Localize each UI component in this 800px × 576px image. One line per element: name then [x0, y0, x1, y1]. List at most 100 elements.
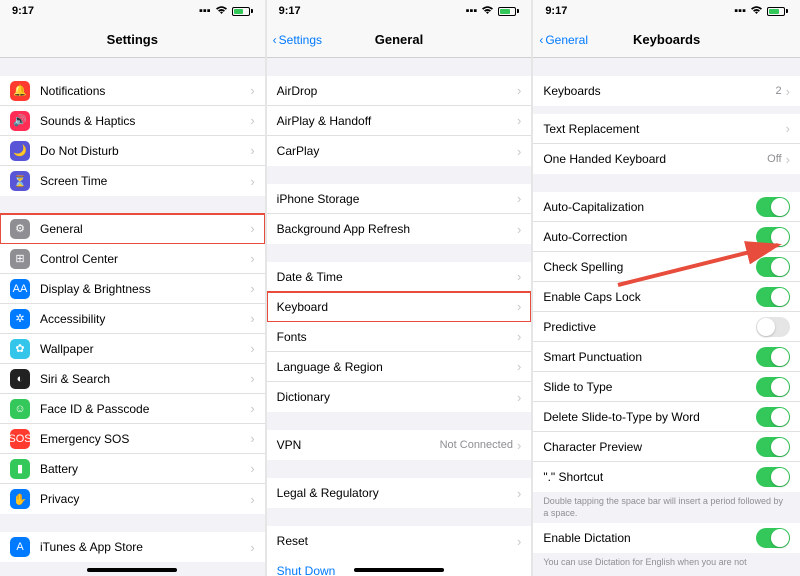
- row-icon: ⏳: [10, 171, 30, 191]
- toggle-switch[interactable]: [756, 347, 790, 367]
- row-label: Slide to Type: [543, 380, 756, 394]
- chevron-right-icon: ›: [517, 83, 521, 98]
- settings-row[interactable]: Fonts›: [267, 322, 532, 352]
- row-icon: ☺: [10, 399, 30, 419]
- chevron-right-icon: ›: [786, 84, 790, 99]
- row-label: "." Shortcut: [543, 470, 756, 484]
- toggle-switch[interactable]: [756, 317, 790, 337]
- settings-row[interactable]: ⏳Screen Time›: [0, 166, 265, 196]
- keyboards-panel: 9:17 ▪▪▪ ‹ General Keyboards Keyboards2›…: [533, 0, 800, 576]
- settings-row[interactable]: Delete Slide-to-Type by Word: [533, 402, 800, 432]
- row-label: Text Replacement: [543, 122, 785, 136]
- chevron-right-icon: ›: [517, 222, 521, 237]
- nav-title: General: [375, 32, 423, 47]
- toggle-switch[interactable]: [756, 467, 790, 487]
- settings-row[interactable]: ▮Battery›: [0, 454, 265, 484]
- settings-row[interactable]: Reset›: [267, 526, 532, 556]
- nav-bar: Settings: [0, 22, 265, 58]
- settings-row[interactable]: Text Replacement›: [533, 114, 800, 144]
- chevron-left-icon: ‹: [273, 33, 277, 47]
- toggle-switch[interactable]: [756, 437, 790, 457]
- settings-row[interactable]: ⚙︎ General›: [0, 214, 265, 244]
- chevron-right-icon: ›: [786, 121, 790, 136]
- settings-row[interactable]: AiTunes & App Store›: [0, 532, 265, 562]
- row-label: Delete Slide-to-Type by Word: [543, 410, 756, 424]
- row-label: Display & Brightness: [40, 282, 250, 296]
- settings-row[interactable]: CarPlay›: [267, 136, 532, 166]
- row-label: Background App Refresh: [277, 222, 517, 236]
- settings-row[interactable]: ⊞Control Center›: [0, 244, 265, 274]
- row-label: Date & Time: [277, 270, 517, 284]
- settings-row[interactable]: One Handed KeyboardOff›: [533, 144, 800, 174]
- settings-row[interactable]: Keyboards2›: [533, 76, 800, 106]
- footer-hint: You can use Dictation for English when y…: [533, 553, 800, 573]
- toggle-switch[interactable]: [756, 528, 790, 548]
- settings-row[interactable]: Date & Time›: [267, 262, 532, 292]
- settings-row[interactable]: Keyboard›: [267, 292, 532, 322]
- settings-row[interactable]: iPhone Storage›: [267, 184, 532, 214]
- settings-row[interactable]: ✋Privacy›: [0, 484, 265, 514]
- nav-bar: ‹ Settings General: [267, 22, 532, 58]
- row-label: General: [40, 222, 250, 236]
- nav-bar: ‹ General Keyboards: [533, 22, 800, 58]
- settings-row[interactable]: Auto-Capitalization: [533, 192, 800, 222]
- settings-row[interactable]: Legal & Regulatory›: [267, 478, 532, 508]
- settings-row[interactable]: ☺Face ID & Passcode›: [0, 394, 265, 424]
- settings-row[interactable]: Smart Punctuation: [533, 342, 800, 372]
- row-icon: AA: [10, 279, 30, 299]
- settings-row[interactable]: AADisplay & Brightness›: [0, 274, 265, 304]
- toggle-switch[interactable]: [756, 407, 790, 427]
- row-label: Auto-Capitalization: [543, 200, 756, 214]
- settings-row[interactable]: 🔔Notifications›: [0, 76, 265, 106]
- row-label: Character Preview: [543, 440, 756, 454]
- settings-row[interactable]: AirPlay & Handoff›: [267, 106, 532, 136]
- chevron-right-icon: ›: [517, 299, 521, 314]
- chevron-right-icon: ›: [250, 461, 254, 476]
- settings-row[interactable]: 🔊Sounds & Haptics›: [0, 106, 265, 136]
- home-indicator[interactable]: [354, 568, 444, 572]
- settings-row[interactable]: ◐Siri & Search›: [0, 364, 265, 394]
- settings-row[interactable]: SOSEmergency SOS›: [0, 424, 265, 454]
- row-label: VPN: [277, 438, 440, 452]
- settings-row[interactable]: VPNNot Connected›: [267, 430, 532, 460]
- row-icon: ⚙︎: [10, 219, 30, 239]
- nav-back-button[interactable]: ‹ Settings: [273, 33, 322, 47]
- toggle-switch[interactable]: [756, 197, 790, 217]
- row-label: Enable Dictation: [543, 531, 756, 545]
- row-label: Reset: [277, 534, 517, 548]
- toggle-switch[interactable]: [756, 377, 790, 397]
- settings-row[interactable]: Background App Refresh›: [267, 214, 532, 244]
- row-value: 2: [776, 85, 782, 97]
- row-icon: ✲: [10, 309, 30, 329]
- row-label: Privacy: [40, 492, 250, 506]
- row-label: iTunes & App Store: [40, 540, 250, 554]
- row-label: Emergency SOS: [40, 432, 250, 446]
- chevron-right-icon: ›: [250, 221, 254, 236]
- settings-row[interactable]: Dictionary›: [267, 382, 532, 412]
- settings-row[interactable]: AirDrop›: [267, 76, 532, 106]
- status-bar: 9:17 ▪▪▪: [533, 0, 800, 22]
- settings-row[interactable]: Language & Region›: [267, 352, 532, 382]
- wifi-icon: [215, 5, 228, 18]
- settings-row[interactable]: 🌙Do Not Disturb›: [0, 136, 265, 166]
- settings-row[interactable]: Predictive: [533, 312, 800, 342]
- status-time: 9:17: [545, 5, 567, 17]
- row-label: AirPlay & Handoff: [277, 114, 517, 128]
- settings-row[interactable]: ✲Accessibility›: [0, 304, 265, 334]
- home-indicator[interactable]: [87, 568, 177, 572]
- chevron-right-icon: ›: [250, 251, 254, 266]
- row-label: One Handed Keyboard: [543, 152, 767, 166]
- shut-down-row[interactable]: Shut Down: [267, 556, 532, 576]
- settings-row[interactable]: "." Shortcut: [533, 462, 800, 492]
- settings-row[interactable]: Enable Dictation: [533, 523, 800, 553]
- row-icon: ⊞: [10, 249, 30, 269]
- row-icon: ▮: [10, 459, 30, 479]
- status-indicators: ▪▪▪: [199, 5, 253, 18]
- settings-row[interactable]: Character Preview: [533, 432, 800, 462]
- settings-row[interactable]: ✿Wallpaper›: [0, 334, 265, 364]
- settings-row[interactable]: Slide to Type: [533, 372, 800, 402]
- nav-back-button[interactable]: ‹ General: [539, 33, 588, 47]
- signal-icon: ▪▪▪: [734, 5, 746, 17]
- battery-icon: [767, 7, 788, 16]
- chevron-right-icon: ›: [517, 359, 521, 374]
